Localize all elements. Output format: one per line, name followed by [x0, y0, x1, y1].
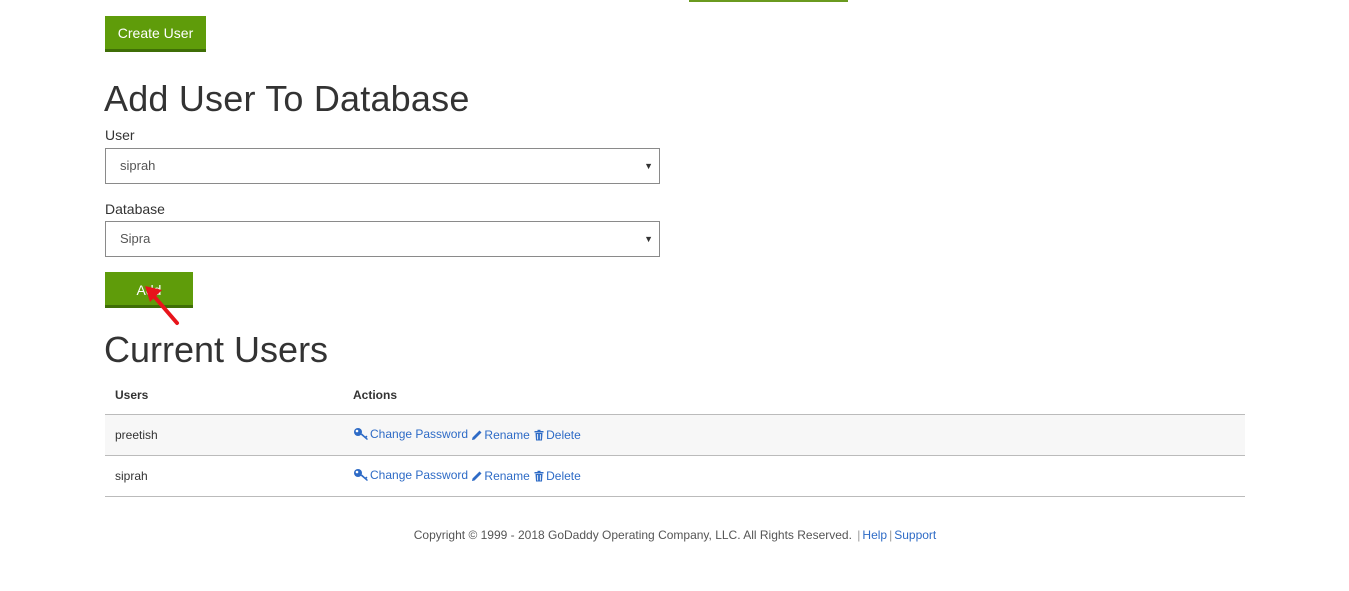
footer: Copyright © 1999 - 2018 GoDaddy Operatin… [105, 528, 1245, 542]
footer-separator: | [889, 528, 893, 542]
footer-separator: | [857, 528, 861, 542]
caret-down-icon: ▼ [644, 234, 653, 244]
user-select[interactable]: siprah ▼ [105, 148, 660, 184]
pencil-icon [472, 471, 482, 481]
delete-label: Delete [546, 468, 581, 483]
caret-down-icon: ▼ [644, 161, 653, 171]
table-row: preetish Change Password Rename Delete [105, 414, 1245, 456]
key-icon [354, 427, 368, 440]
trash-icon [534, 429, 544, 440]
rename-label: Rename [484, 427, 530, 442]
rename-link[interactable]: Rename [471, 468, 530, 483]
table-header-row: Users Actions [105, 376, 1245, 415]
add-user-heading: Add User To Database [104, 78, 470, 119]
user-label: User [105, 127, 135, 143]
copyright-text: Copyright © 1999 - 2018 GoDaddy Operatin… [413, 528, 852, 542]
actions-cell: Change Password Rename Delete [343, 414, 1245, 456]
rename-link[interactable]: Rename [471, 427, 530, 442]
database-select-value: Sipra [120, 231, 151, 246]
column-header-actions: Actions [343, 376, 1245, 415]
database-label: Database [105, 201, 165, 217]
user-name-cell: preetish [105, 414, 343, 456]
red-arrow-icon [145, 286, 179, 325]
top-accent-bar [689, 0, 848, 2]
delete-link[interactable]: Delete [533, 428, 581, 442]
actions-cell: Change Password Rename Delete [343, 455, 1245, 497]
delete-link[interactable]: Delete [533, 469, 581, 483]
user-select-value: siprah [120, 158, 156, 173]
user-name-cell: siprah [105, 455, 343, 497]
pencil-icon [472, 430, 482, 440]
support-link[interactable]: Support [894, 528, 936, 542]
change-password-link[interactable]: Change Password [353, 468, 468, 482]
trash-icon [534, 470, 544, 481]
delete-label: Delete [546, 427, 581, 442]
key-icon [354, 468, 368, 481]
help-link[interactable]: Help [862, 528, 887, 542]
table-row: siprah Change Password Rename Delete [105, 455, 1245, 497]
change-password-link[interactable]: Change Password [353, 427, 468, 441]
change-password-label: Change Password [370, 426, 469, 441]
change-password-label: Change Password [370, 467, 469, 482]
create-user-button[interactable]: Create User [105, 16, 206, 52]
rename-label: Rename [484, 468, 530, 483]
users-table: Users Actions preetish Change Password R… [105, 376, 1245, 497]
column-header-users: Users [105, 376, 343, 415]
current-users-heading: Current Users [104, 329, 329, 370]
database-select[interactable]: Sipra ▼ [105, 221, 660, 257]
